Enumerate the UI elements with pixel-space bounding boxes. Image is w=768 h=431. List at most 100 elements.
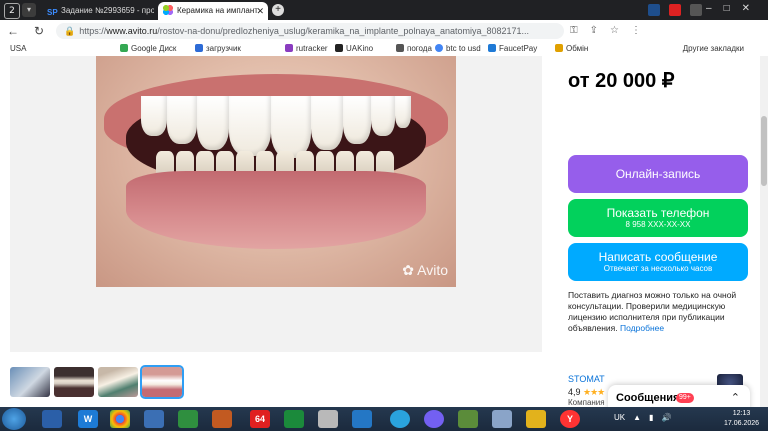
rating-value: 4,9 bbox=[568, 387, 581, 397]
messages-widget[interactable]: Сообщения 99+ ⌃ bbox=[608, 385, 750, 407]
thumbnail[interactable] bbox=[98, 367, 138, 397]
clock[interactable]: 12:13 17.06.2026 bbox=[724, 409, 759, 429]
watermark-text: Avito bbox=[417, 262, 448, 278]
tab-avito[interactable]: Керамика на имплант ✕ bbox=[158, 2, 268, 20]
tooth bbox=[271, 96, 311, 158]
bookmark-other[interactable]: Другие закладки bbox=[683, 42, 744, 56]
bookmark-label: Обмін bbox=[566, 44, 589, 53]
bookmark-rutracker[interactable]: rutracker bbox=[285, 42, 328, 56]
star-icon: ★★★ bbox=[583, 387, 605, 397]
url-prefix: https:// bbox=[79, 26, 107, 36]
thumbnail[interactable] bbox=[10, 367, 50, 397]
tab-counter[interactable]: 2 bbox=[4, 3, 20, 19]
bookmark-uakino[interactable]: UAKino bbox=[335, 42, 373, 56]
tab-strip: 2 ▾ SP Задание №2993659 - про Керамика на… bbox=[0, 0, 768, 20]
bookmark-downloader[interactable]: загрузчик bbox=[195, 42, 241, 56]
chevron-up-icon[interactable]: ▲ bbox=[633, 413, 641, 422]
extension-icon[interactable] bbox=[648, 4, 660, 16]
tool-icon[interactable] bbox=[526, 410, 546, 428]
chevron-up-icon[interactable]: ⌃ bbox=[731, 391, 740, 404]
game-icon[interactable] bbox=[284, 410, 304, 428]
back-arrow-icon[interactable]: ← bbox=[6, 24, 20, 38]
bookmarks-bar: USA Google Диск загрузчик rutracker UAKi… bbox=[0, 42, 768, 56]
bookmark-google-drive[interactable]: Google Диск bbox=[120, 42, 176, 56]
clock-time: 12:13 bbox=[732, 410, 751, 417]
network-icon[interactable]: ▮ bbox=[649, 413, 653, 422]
faucetpay-icon bbox=[488, 44, 496, 52]
omnibox-icons: ⚿ ⇪ ☆ ⋮ bbox=[570, 25, 653, 36]
scrollbar[interactable] bbox=[760, 56, 768, 407]
main-photo[interactable]: ✿ Avito bbox=[96, 56, 456, 287]
bookmark-btc[interactable]: btc to usd bbox=[435, 42, 481, 56]
notepad-icon[interactable] bbox=[318, 410, 338, 428]
bookmark-label: Google Диск bbox=[131, 44, 177, 53]
drive-icon bbox=[120, 44, 128, 52]
w-app-icon[interactable]: W bbox=[78, 410, 98, 428]
tab-title: Керамика на имплант bbox=[177, 6, 258, 15]
messages-label: Сообщения bbox=[616, 392, 680, 404]
bookmark-label: UAKino bbox=[346, 44, 374, 53]
write-message-label: Написать сообщение bbox=[598, 250, 718, 264]
new-tab-button[interactable]: + bbox=[272, 4, 284, 16]
window-controls[interactable]: –□✕ bbox=[706, 3, 762, 14]
app-icon[interactable] bbox=[458, 410, 478, 428]
browser-icon[interactable] bbox=[352, 410, 372, 428]
show-phone-button[interactable]: Показать телефон 8 958 XXX-XX-XX bbox=[568, 199, 748, 237]
download-icon bbox=[195, 44, 203, 52]
scroll-thumb[interactable] bbox=[761, 116, 767, 186]
bookmark-label: FaucetPay bbox=[499, 44, 538, 53]
explorer-icon[interactable] bbox=[42, 410, 62, 428]
lock-icon: 🔒 bbox=[64, 26, 76, 36]
app-64-icon[interactable]: 64 bbox=[250, 410, 270, 428]
bookmark-label: загрузчик bbox=[206, 44, 241, 53]
show-phone-label: Показать телефон bbox=[606, 206, 710, 220]
avito-watermark: ✿ Avito bbox=[402, 262, 448, 278]
bookmark-label: погода bbox=[407, 44, 432, 53]
language-indicator[interactable]: UK bbox=[614, 413, 625, 422]
excel-icon[interactable] bbox=[178, 410, 198, 428]
extensions-icon[interactable]: ⋮ bbox=[631, 25, 641, 36]
chevron-down-icon[interactable]: ▾ bbox=[22, 3, 36, 17]
bookmark-label: btc to usd bbox=[446, 44, 481, 53]
more-link[interactable]: Подробнее bbox=[620, 323, 664, 333]
yandex-icon[interactable]: Y bbox=[560, 410, 580, 428]
thumbnail-active[interactable] bbox=[140, 365, 184, 399]
volume-icon[interactable]: 🔊 bbox=[661, 413, 671, 422]
telegram-icon[interactable] bbox=[390, 410, 410, 428]
lower-lip bbox=[126, 171, 426, 249]
bookmark-usa[interactable]: USA bbox=[10, 42, 26, 56]
bookmark-exchange[interactable]: Обмін bbox=[555, 42, 588, 56]
tooth bbox=[167, 96, 197, 144]
share-icon[interactable]: ⇪ bbox=[590, 25, 598, 36]
thumbnail[interactable] bbox=[54, 367, 94, 397]
uakino-icon bbox=[335, 44, 343, 52]
star-icon[interactable]: ☆ bbox=[610, 25, 619, 36]
folder-icon[interactable] bbox=[492, 410, 512, 428]
bookmark-label: USA bbox=[10, 44, 27, 53]
tab-title: Задание №2993659 - про bbox=[61, 6, 154, 15]
tooth bbox=[197, 96, 229, 150]
bookmark-weather[interactable]: погода bbox=[396, 42, 432, 56]
system-tray: UK ▲ ▮ 🔊 bbox=[614, 413, 679, 422]
online-booking-button[interactable]: Онлайн-запись bbox=[568, 155, 748, 193]
bookmark-label: Другие закладки bbox=[682, 44, 744, 53]
bookmark-faucetpay[interactable]: FaucetPay bbox=[488, 42, 537, 56]
extension-icon[interactable] bbox=[689, 4, 702, 16]
network-icon[interactable] bbox=[144, 410, 164, 428]
taskbar: W 64 Y UK ▲ ▮ 🔊 12:13 17.06.2026 bbox=[0, 407, 768, 431]
start-button[interactable] bbox=[2, 408, 26, 430]
key-icon[interactable]: ⚿ bbox=[570, 25, 578, 36]
address-bar[interactable]: 🔒 https://www.avito.ru/rostov-na-donu/pre… bbox=[56, 23, 564, 39]
exchange-icon bbox=[555, 44, 563, 52]
media-icon[interactable] bbox=[212, 410, 232, 428]
tab-task[interactable]: SP Задание №2993659 - про bbox=[42, 2, 154, 20]
license-note: Поставить диагноз можно только на очной … bbox=[568, 290, 748, 334]
photo-gallery: ✿ Avito bbox=[10, 56, 542, 352]
viber-icon[interactable] bbox=[424, 410, 444, 428]
extension-icon[interactable] bbox=[668, 4, 681, 16]
write-message-button[interactable]: Написать сообщение Отвечает за несколько… bbox=[568, 243, 748, 281]
reload-icon[interactable]: ↻ bbox=[32, 24, 46, 38]
chrome-icon[interactable] bbox=[110, 410, 130, 428]
rutracker-icon bbox=[285, 44, 293, 52]
close-icon[interactable]: ✕ bbox=[256, 2, 264, 20]
